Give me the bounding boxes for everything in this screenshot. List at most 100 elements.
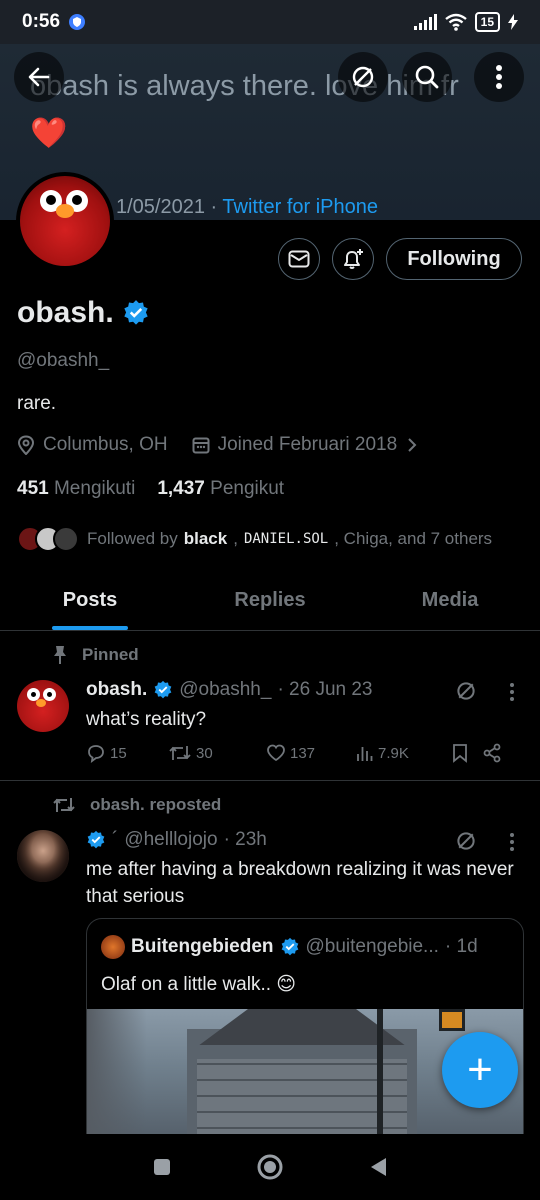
- views-count: 7.9K: [378, 744, 409, 762]
- bell-plus-icon: [344, 249, 363, 269]
- followed-by-name-2: DANIEL.SOL: [243, 531, 329, 547]
- grok-icon[interactable]: [455, 830, 477, 852]
- banner-meta: 1/05/2021 · Twitter for iPhone: [116, 196, 378, 219]
- nav-circle-icon[interactable]: [256, 1153, 284, 1181]
- location-pin-icon: [17, 435, 35, 455]
- views-icon: [357, 747, 373, 761]
- compose-button[interactable]: +: [442, 1032, 518, 1108]
- search-button[interactable]: [402, 52, 452, 102]
- pinned-post-header: obash. @obashh_ · 26 Jun 23: [86, 679, 373, 701]
- post-text: me after having a breakdown realizing it…: [86, 859, 514, 907]
- followers-count: 1,437: [157, 478, 205, 499]
- following-count: 451: [17, 478, 49, 499]
- post-author-handle: @obashh_: [179, 679, 272, 700]
- reply-button[interactable]: 15: [86, 743, 168, 763]
- search-icon: [415, 65, 439, 89]
- media-roof: [199, 1009, 405, 1045]
- share-icon[interactable]: [482, 743, 502, 763]
- banner-source: Twitter for iPhone: [222, 196, 379, 218]
- like-button[interactable]: 137: [266, 744, 356, 762]
- calendar-icon: [192, 437, 210, 454]
- more-vertical-icon[interactable]: [509, 682, 515, 702]
- shield-icon: [69, 14, 86, 30]
- verified-badge-icon: [154, 680, 172, 699]
- profile-meta: Columbus, OH Joined Februari 2018: [17, 434, 419, 456]
- post-divider: [0, 780, 540, 781]
- banner-text: obash is always there. love him fr: [30, 70, 459, 102]
- quote-header: Buitengebieden @buitengebie... · 1d: [101, 935, 478, 959]
- profile-handle: @obashh_: [17, 350, 110, 371]
- quote-author-handle: @buitengebie...: [305, 936, 439, 957]
- like-icon: [267, 744, 285, 762]
- more-vertical-icon: [496, 65, 502, 89]
- profile-bio: rare.: [17, 393, 57, 414]
- avatar: [101, 935, 125, 959]
- views-button[interactable]: 7.9K: [356, 744, 452, 762]
- tab-replies[interactable]: Replies: [180, 570, 360, 630]
- notify-button[interactable]: [332, 238, 374, 280]
- following-button[interactable]: Following: [386, 238, 522, 280]
- repost-prefix-mark: ´: [112, 829, 119, 850]
- chevron-right-icon[interactable]: [405, 436, 419, 454]
- profile-name: obash.: [17, 296, 114, 329]
- post-author-name[interactable]: obash.: [86, 679, 147, 701]
- post-text: what’s reality?: [86, 709, 207, 730]
- like-count: 137: [290, 744, 316, 762]
- more-vertical-icon[interactable]: [509, 832, 515, 852]
- grok-icon: [352, 66, 374, 88]
- reply-count: 15: [110, 744, 127, 762]
- followed-by-name-1: black: [183, 529, 228, 548]
- verified-badge-icon: [87, 830, 105, 849]
- pinned-indicator: Pinned: [52, 645, 139, 665]
- message-button[interactable]: [278, 238, 320, 280]
- profile-name-row: obash.: [17, 296, 150, 330]
- avatar: [53, 526, 79, 552]
- repost-button[interactable]: 30: [168, 743, 266, 763]
- repost-indicator[interactable]: obash. reposted: [52, 795, 221, 815]
- tab-posts[interactable]: Posts: [0, 570, 180, 630]
- post-author-handle[interactable]: @helllojojo: [124, 829, 217, 851]
- back-button[interactable]: [14, 52, 64, 102]
- following-count-link[interactable]: 451 Mengikuti: [17, 478, 135, 500]
- nav-square-icon[interactable]: [152, 1157, 172, 1177]
- post-time: · 23h: [223, 829, 267, 850]
- avatar-nose: [56, 204, 74, 218]
- repost-label: obash. reposted: [90, 795, 222, 814]
- grok-button[interactable]: [338, 52, 388, 102]
- mail-icon: [288, 250, 310, 268]
- post-avatar[interactable]: [17, 830, 69, 882]
- reply-icon: [88, 745, 104, 763]
- followed-by-avatars: [17, 526, 81, 552]
- repost-count: 30: [196, 744, 213, 762]
- charging-icon: [508, 14, 518, 30]
- verified-badge-icon: [124, 300, 148, 325]
- bookmark-icon[interactable]: [452, 743, 468, 763]
- followed-by-row[interactable]: Followed by black, DANIEL.SOL , Chiga, an…: [17, 526, 492, 552]
- followers-count-link[interactable]: 1,437 Pengikut: [157, 478, 284, 500]
- quote-time: · 1d: [444, 936, 478, 957]
- banner-heart: ❤️: [30, 117, 68, 150]
- profile-location: Columbus, OH: [43, 434, 168, 455]
- signal-icon: [413, 14, 437, 30]
- status-time: 0:56: [22, 11, 61, 32]
- tab-media[interactable]: Media: [360, 570, 540, 630]
- profile-tabs: Posts Replies Media: [0, 570, 540, 631]
- wifi-icon: [444, 13, 467, 31]
- nav-back-triangle-icon[interactable]: [368, 1156, 388, 1178]
- media-lamp: [439, 1009, 465, 1031]
- profile-avatar[interactable]: [16, 172, 114, 270]
- verified-badge-icon: [281, 937, 298, 956]
- pin-icon: [54, 646, 66, 664]
- quote-author-name: Buitengebieden: [131, 936, 274, 957]
- system-nav-bar: [0, 1134, 540, 1200]
- repost-icon: [169, 746, 191, 760]
- post-avatar[interactable]: [17, 680, 69, 732]
- quote-text: Olaf on a little walk.. 😊: [101, 974, 297, 995]
- followed-by-prefix: Followed by: [87, 529, 178, 548]
- following-label: Mengikuti: [53, 478, 136, 499]
- more-button[interactable]: [474, 52, 524, 102]
- follow-counts: 451 Mengikuti 1,437 Pengikut: [17, 478, 284, 500]
- post-time: · 26 Jun 23: [277, 679, 373, 700]
- grok-icon[interactable]: [455, 680, 477, 702]
- status-bar: 0:56 15: [0, 0, 540, 44]
